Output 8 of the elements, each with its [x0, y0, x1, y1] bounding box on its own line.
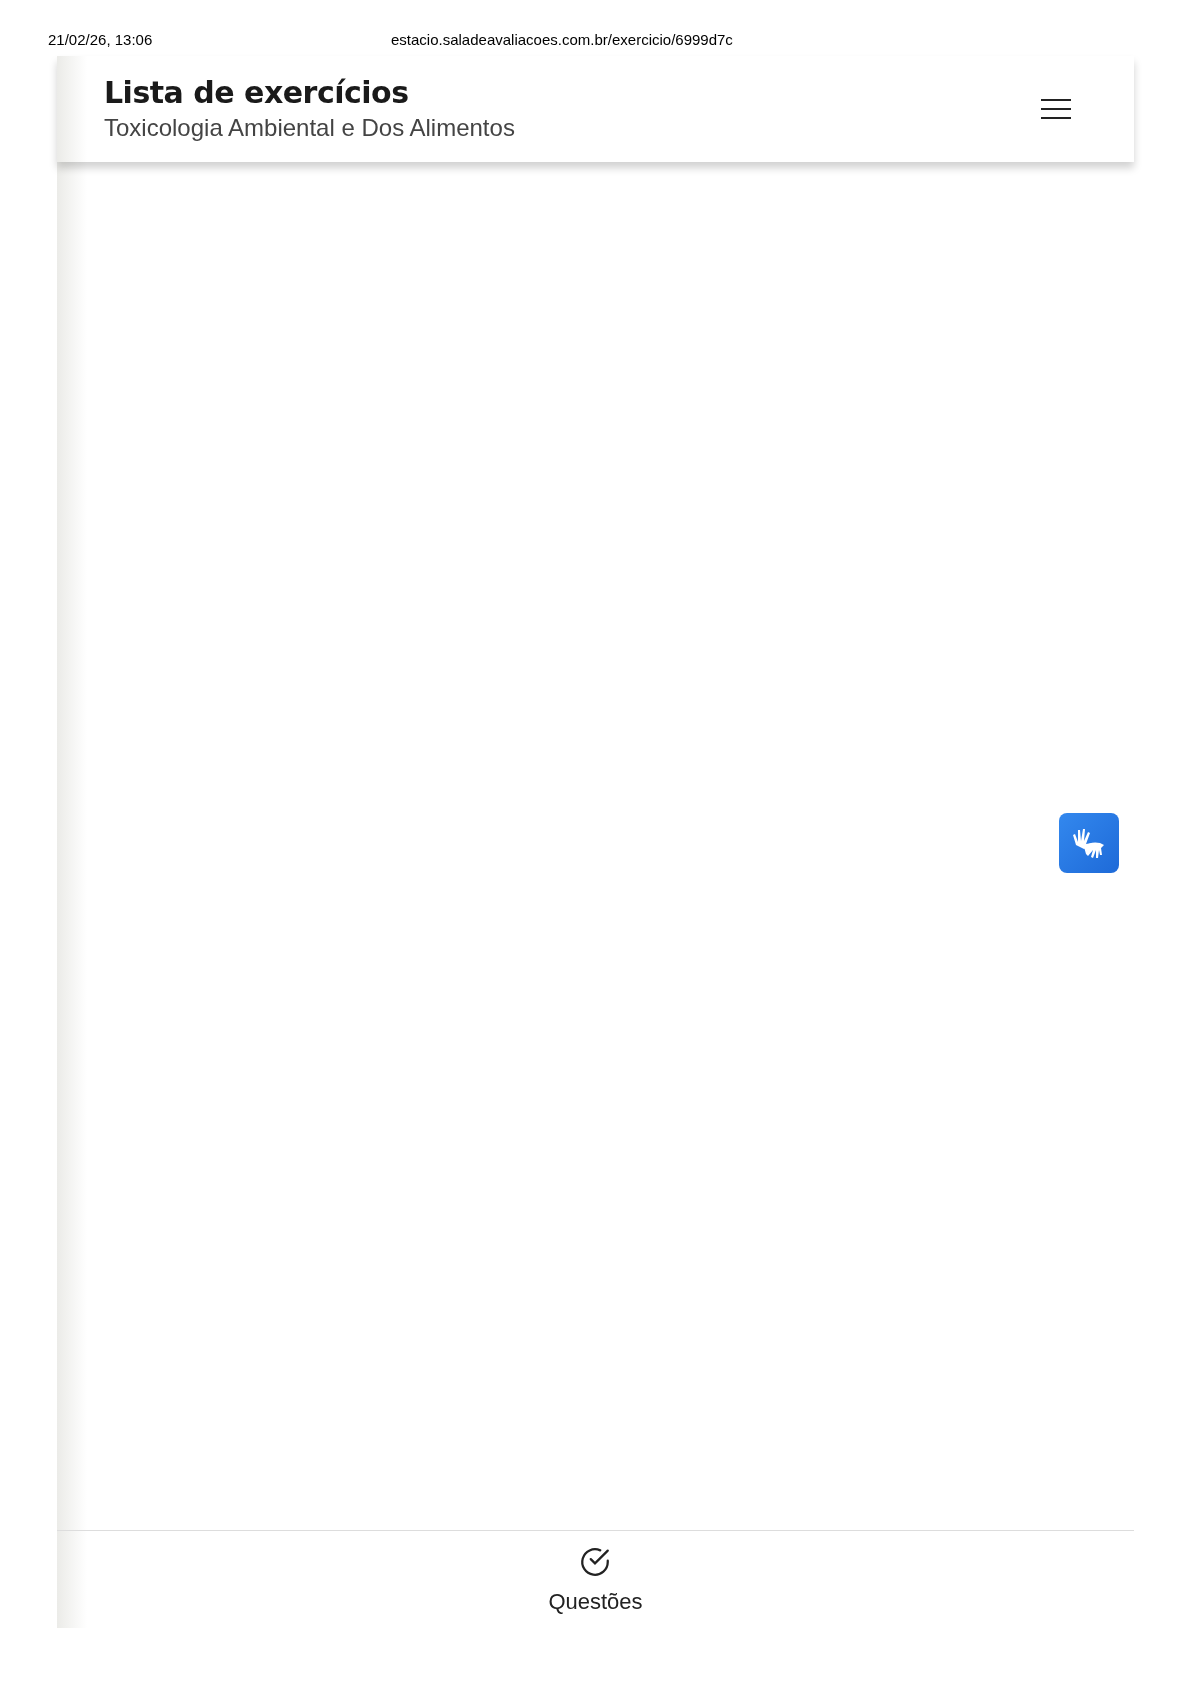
print-date: 21/02/26, 13:06 — [48, 30, 153, 50]
page-title: Lista de exercícios — [104, 74, 410, 112]
menu-button[interactable] — [1040, 96, 1072, 122]
sign-language-button[interactable] — [1059, 813, 1119, 873]
page-url: estacio.saladeavaliacoes.com.br/exercicio/6999d7c — [391, 30, 733, 50]
questions-tab[interactable]: Questões — [548, 1531, 643, 1628]
course-subtitle: Toxicologia Ambiental e Dos Alimentos — [104, 113, 515, 143]
menu-icon — [1040, 99, 1072, 119]
